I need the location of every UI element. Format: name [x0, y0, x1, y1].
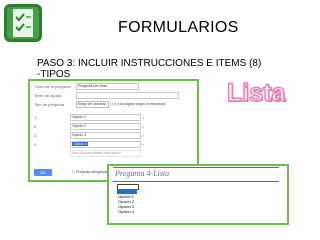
help-label: Texto de ayuda: [34, 93, 62, 98]
preview-top-rule: [113, 167, 279, 168]
title-row: Título de la pregunta Pregunta con títul…: [30, 83, 197, 91]
required-label: Pregunta obligatoria: [76, 170, 108, 174]
goto-page-label: Ir a la página según la respuesta: [114, 102, 165, 106]
option-row: 4. Opción 4 ×: [30, 141, 197, 149]
preview-question-title: Pregunta 4-Lista: [115, 169, 170, 178]
remove-option-icon[interactable]: ×: [142, 115, 144, 120]
title-input[interactable]: Pregunta con título: [76, 83, 139, 90]
done-button[interactable]: OK: [34, 169, 52, 176]
step-heading-line1: PASO 3: INCLUIR INSTRUCCIONES E ITEMS (8…: [37, 58, 262, 69]
option-row: 3. Opción 3 ×: [30, 132, 197, 140]
add-option-row: Haz clic para añadir una opción: [30, 150, 197, 158]
option-number: 3.: [34, 133, 38, 138]
help-row: Texto de ayuda: [30, 92, 197, 100]
forms-app-logo: [3, 3, 43, 43]
preview-option[interactable]: Opción 4: [117, 209, 137, 214]
help-input[interactable]: [76, 92, 179, 99]
option-input[interactable]: Opción 4: [70, 141, 141, 148]
option-row: 1. Opción 1 ×: [30, 114, 197, 122]
option-selected-text: Opción 4: [72, 142, 89, 146]
option-row: 2. Opción 2 ×: [30, 123, 197, 131]
add-option-input[interactable]: Haz clic para añadir una opción: [70, 150, 141, 157]
option-input[interactable]: Opción 1: [70, 114, 141, 121]
type-select[interactable]: Elegir de una lista: [76, 101, 109, 108]
title-label: Título de la pregunta: [34, 84, 71, 89]
lista-badge: Lista: [226, 78, 286, 108]
option-input[interactable]: Opción 3: [70, 132, 141, 139]
remove-option-icon[interactable]: ×: [142, 124, 144, 129]
option-number: 1.: [34, 115, 38, 120]
required-checkbox[interactable]: ☐ Pregunta obligatoria: [72, 170, 107, 174]
option-input[interactable]: Opción 2: [70, 123, 141, 130]
remove-option-icon[interactable]: ×: [142, 133, 144, 138]
goto-page-checkbox[interactable]: ☐ Ir a la página según la respuesta: [110, 102, 165, 106]
option-number: 4.: [34, 142, 38, 147]
page-title: FORMULARIOS: [118, 19, 239, 36]
question-preview: Pregunta 4-Lista Opción 1 Opción 2 Opció…: [107, 164, 289, 225]
step-heading: PASO 3: INCLUIR INSTRUCCIONES E ITEMS (8…: [37, 58, 297, 80]
remove-option-icon[interactable]: ×: [142, 142, 144, 147]
type-label: Tipo de pregunta: [34, 102, 65, 107]
preview-rule: [113, 181, 279, 182]
option-number: 2.: [34, 124, 38, 129]
type-row: Tipo de pregunta Elegir de una lista ☐ I…: [30, 101, 197, 109]
